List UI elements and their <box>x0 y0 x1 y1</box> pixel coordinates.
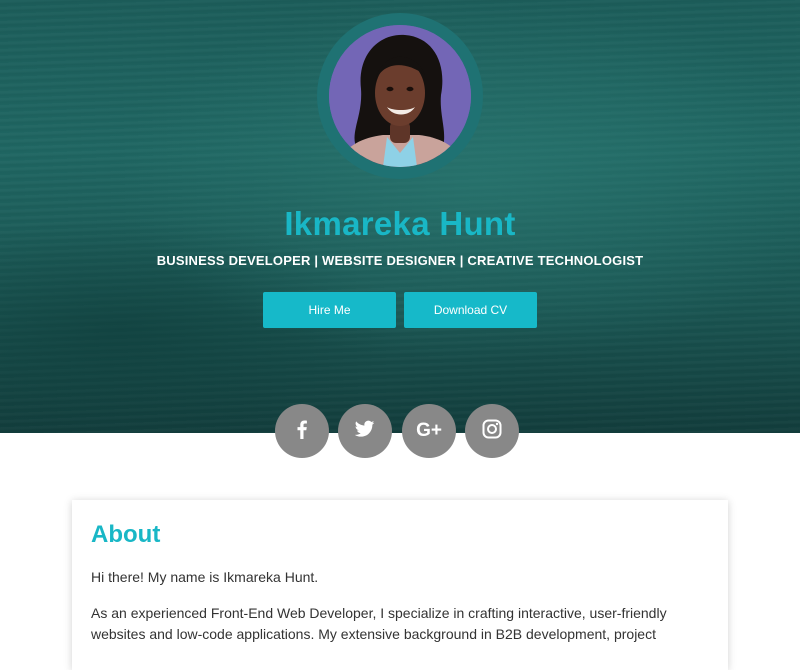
hire-me-button[interactable]: Hire Me <box>263 292 396 328</box>
googleplus-link[interactable]: G+ <box>402 404 456 458</box>
instagram-link[interactable] <box>465 404 519 458</box>
instagram-icon <box>482 419 502 444</box>
avatar <box>329 25 471 167</box>
facebook-link[interactable] <box>275 404 329 458</box>
twitter-link[interactable] <box>338 404 392 458</box>
hero-banner: Ikmareka Hunt BUSINESS DEVELOPER | WEBSI… <box>0 0 800 433</box>
about-card: About Hi there! My name is Ikmareka Hunt… <box>72 500 728 670</box>
about-heading: About <box>91 521 161 548</box>
avatar-ring <box>317 13 483 179</box>
avatar-portrait <box>329 25 471 167</box>
download-cv-button[interactable]: Download CV <box>404 292 537 328</box>
about-body: As an experienced Front-End Web Develope… <box>91 605 667 642</box>
about-intro: Hi there! My name is Ikmareka Hunt. <box>91 569 319 585</box>
facebook-icon <box>292 418 312 445</box>
googleplus-icon: G+ <box>416 420 442 441</box>
profile-name: Ikmareka Hunt <box>284 205 516 242</box>
twitter-icon <box>354 420 375 443</box>
profile-tagline: BUSINESS DEVELOPER | WEBSITE DESIGNER | … <box>156 253 644 268</box>
